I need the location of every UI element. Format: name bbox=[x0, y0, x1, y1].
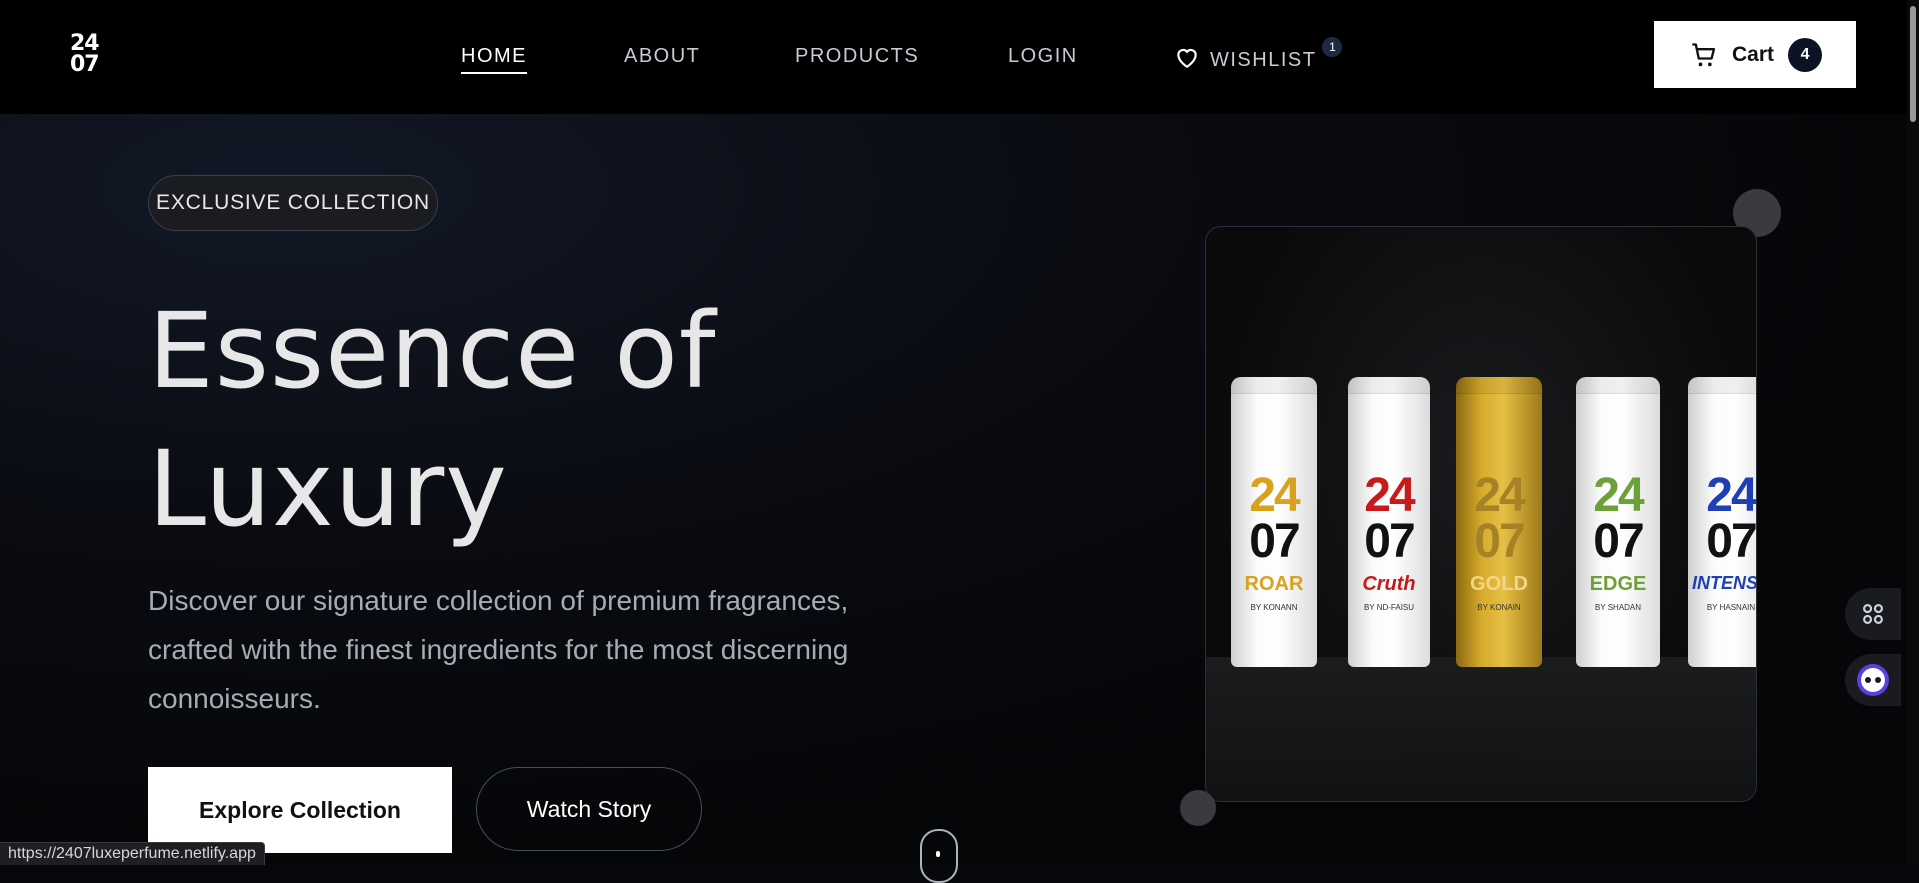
apps-grid-icon bbox=[1863, 604, 1883, 624]
nav-products[interactable]: PRODUCTS bbox=[795, 45, 919, 68]
status-bar-url: https://2407luxeperfume.netlify.app bbox=[0, 842, 265, 865]
can-number-bottom: 07 bbox=[1706, 515, 1756, 568]
product-image-frame: 24 07 ROAR BY KONANN 24 07 Cruth BY ND-F… bbox=[1205, 226, 1757, 802]
decorative-dot-bottom bbox=[1180, 790, 1216, 826]
can-number-top: 24 bbox=[1593, 469, 1644, 522]
cart-icon bbox=[1692, 42, 1716, 66]
nav-login-label: LOGIN bbox=[1008, 45, 1078, 67]
can-by: BY KONAIN bbox=[1477, 603, 1521, 612]
cart-label: Cart bbox=[1732, 42, 1775, 66]
wishlist-count-badge: 1 bbox=[1322, 37, 1343, 57]
can-number-top: 24 bbox=[1706, 469, 1756, 522]
nav-wishlist-label: WISHLIST bbox=[1210, 48, 1317, 71]
can-number-top: 24 bbox=[1364, 469, 1415, 522]
nav-home-label: HOME bbox=[461, 45, 527, 67]
can-number-bottom: 07 bbox=[1593, 515, 1644, 568]
assistant-face-icon bbox=[1857, 664, 1889, 696]
can-by: BY ND-FAISU bbox=[1363, 603, 1415, 612]
heart-icon bbox=[1174, 45, 1200, 75]
can-brand: ROAR bbox=[1244, 573, 1304, 595]
nav-about-label: ABOUT bbox=[624, 45, 701, 67]
nav-wishlist[interactable]: WISHLIST 1 bbox=[1174, 37, 1343, 75]
nav-login[interactable]: LOGIN bbox=[1008, 45, 1078, 68]
nav-home[interactable]: HOME bbox=[461, 45, 527, 74]
product-can-edge: 24 07 EDGE BY SHADAN bbox=[1576, 377, 1660, 667]
nav-products-label: PRODUCTS bbox=[795, 45, 920, 67]
product-can-cruth: 24 07 Cruth BY ND-FAISU bbox=[1348, 377, 1430, 667]
page-scrollbar[interactable] bbox=[1907, 0, 1919, 864]
can-number-bottom: 07 bbox=[1364, 515, 1415, 568]
logo[interactable]: 24 07 bbox=[70, 31, 100, 77]
assistant-widget-button[interactable] bbox=[1845, 654, 1901, 706]
hero-title-line-2: Luxury bbox=[148, 428, 508, 550]
product-can-intense: 24 07 INTENSE BY HASNAIN bbox=[1688, 377, 1757, 667]
cart-count-badge: 4 bbox=[1788, 37, 1823, 72]
hero-title-line-1: Essence of bbox=[148, 290, 717, 412]
can-by: BY KONANN bbox=[1250, 603, 1298, 612]
can-by: BY SHADAN bbox=[1594, 603, 1642, 612]
exclusive-collection-badge: EXCLUSIVE COLLECTION bbox=[148, 175, 438, 231]
site-header: 24 07 HOME ABOUT PRODUCTS LOGIN WISHLIST… bbox=[0, 0, 1919, 114]
can-brand: INTENSE bbox=[1691, 573, 1757, 593]
can-number-bottom: 07 bbox=[1249, 515, 1300, 568]
apps-widget-button[interactable] bbox=[1845, 588, 1901, 640]
can-by: BY HASNAIN bbox=[1706, 603, 1756, 612]
hero-title: Essence of Luxury bbox=[148, 282, 716, 558]
can-number-bottom: 07 bbox=[1474, 515, 1525, 568]
product-floor bbox=[1206, 657, 1756, 801]
logo-line-1: 24 bbox=[70, 31, 100, 56]
nav-about[interactable]: ABOUT bbox=[624, 45, 700, 68]
product-can-roar: 24 07 ROAR BY KONANN bbox=[1231, 377, 1317, 667]
scroll-down-indicator[interactable] bbox=[920, 829, 958, 883]
hero-description: Discover our signature collection of pre… bbox=[148, 585, 849, 714]
can-number-top: 24 bbox=[1474, 469, 1525, 522]
can-brand: EDGE bbox=[1589, 573, 1647, 595]
logo-line-2: 07 bbox=[70, 52, 100, 77]
can-number-top: 24 bbox=[1249, 469, 1300, 522]
explore-collection-button[interactable]: Explore Collection bbox=[148, 767, 452, 853]
can-brand: Cruth bbox=[1362, 573, 1416, 595]
cart-button[interactable]: Cart 4 bbox=[1654, 21, 1856, 88]
scrollbar-thumb[interactable] bbox=[1910, 6, 1916, 122]
product-can-gold: 24 07 GOLD BY KONAIN bbox=[1456, 377, 1542, 667]
watch-story-button[interactable]: Watch Story bbox=[476, 767, 702, 851]
can-brand: GOLD bbox=[1470, 573, 1528, 595]
